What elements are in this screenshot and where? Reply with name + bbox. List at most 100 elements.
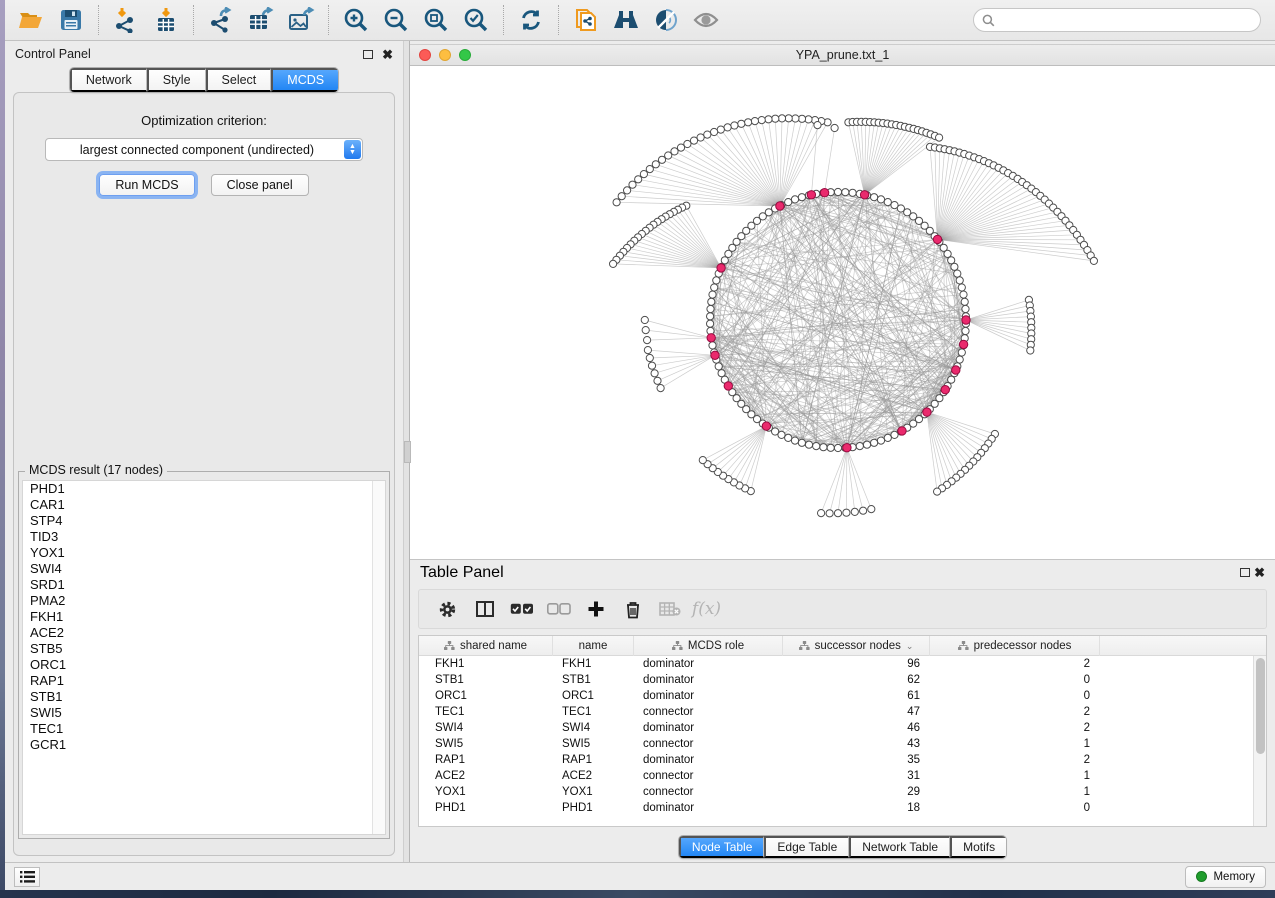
mcds-result-item[interactable]: ACE2 (23, 625, 385, 641)
network-node[interactable] (610, 260, 617, 267)
network-node[interactable] (707, 320, 714, 327)
network-node[interactable] (958, 349, 965, 356)
network-node[interactable] (652, 161, 659, 168)
memory-button[interactable]: Memory (1185, 866, 1266, 888)
network-node[interactable] (941, 386, 949, 394)
network-node[interactable] (707, 305, 714, 312)
column-header-shared-name[interactable]: shared name (419, 636, 553, 656)
network-node[interactable] (713, 277, 720, 284)
network-node[interactable] (711, 284, 718, 291)
network-node[interactable] (709, 291, 716, 298)
network-node[interactable] (785, 199, 792, 206)
network-node[interactable] (923, 408, 931, 416)
network-node[interactable] (731, 122, 738, 129)
network-node[interactable] (690, 137, 697, 144)
network-node[interactable] (952, 366, 960, 374)
network-node[interactable] (871, 439, 878, 446)
mcds-result-item[interactable]: STP4 (23, 513, 385, 529)
column-header-name[interactable]: name (553, 636, 634, 656)
network-node[interactable] (791, 437, 798, 444)
network-node[interactable] (805, 441, 812, 448)
network-node[interactable] (818, 510, 825, 517)
network-node[interactable] (646, 354, 653, 361)
close-table-panel-icon[interactable]: ✖ (1254, 565, 1265, 580)
table-row[interactable]: YOX1YOX1connector291 (419, 784, 1266, 800)
network-node[interactable] (961, 298, 968, 305)
network-node[interactable] (657, 385, 664, 392)
network-node[interactable] (715, 363, 722, 370)
network-node[interactable] (960, 291, 967, 298)
zoom-in-icon[interactable] (336, 3, 376, 37)
network-node[interactable] (868, 506, 875, 513)
close-panel-icon[interactable]: ✖ (382, 48, 393, 61)
export-network-icon[interactable] (201, 3, 241, 37)
network-node[interactable] (776, 202, 784, 210)
criterion-dropdown[interactable]: largest connected component (undirected)… (45, 138, 363, 161)
network-node[interactable] (654, 377, 661, 384)
network-node[interactable] (962, 316, 970, 324)
network-node[interactable] (765, 116, 772, 123)
add-column-icon[interactable] (577, 593, 614, 625)
select-all-rows-icon[interactable] (503, 593, 540, 625)
panel-splitter[interactable] (403, 41, 410, 862)
network-node[interactable] (842, 189, 849, 196)
tab-node-table[interactable]: Node Table (679, 836, 765, 858)
network-node[interactable] (648, 362, 655, 369)
run-mcds-button[interactable]: Run MCDS (99, 174, 194, 196)
network-node[interactable] (624, 187, 631, 194)
network-node[interactable] (709, 342, 716, 349)
network-node[interactable] (704, 131, 711, 138)
refresh-layout-icon[interactable] (511, 3, 551, 37)
network-node[interactable] (707, 334, 715, 342)
table-row[interactable]: SWI4SWI4dominator462 (419, 720, 1266, 736)
export-table-icon[interactable] (241, 3, 281, 37)
mcds-result-list[interactable]: PHD1CAR1STP4TID3YOX1SWI4SRD1PMA2FKH1ACE2… (22, 480, 386, 835)
network-node[interactable] (898, 427, 906, 435)
float-panel-icon[interactable] (363, 50, 373, 59)
network-node[interactable] (646, 166, 653, 173)
network-node[interactable] (798, 439, 805, 446)
network-node[interactable] (651, 370, 658, 377)
network-node[interactable] (951, 263, 958, 270)
mcds-result-item[interactable]: FKH1 (23, 609, 385, 625)
zoom-selected-icon[interactable] (456, 3, 496, 37)
import-network-icon[interactable] (106, 3, 146, 37)
tab-network-table[interactable]: Network Table (849, 836, 950, 858)
delete-column-icon[interactable] (614, 593, 651, 625)
network-node[interactable] (813, 443, 820, 450)
network-node[interactable] (849, 189, 856, 196)
clone-network-icon[interactable] (566, 3, 606, 37)
tab-network[interactable]: Network (70, 68, 147, 92)
network-node[interactable] (826, 510, 833, 517)
eye-show-hide-icon[interactable] (686, 3, 726, 37)
network-node[interactable] (860, 191, 868, 199)
result-list-scrollbar[interactable] (372, 481, 385, 834)
mcds-result-item[interactable]: TID3 (23, 529, 385, 545)
network-node[interactable] (711, 128, 718, 135)
table-row[interactable]: TEC1TEC1connector472 (419, 704, 1266, 720)
network-node[interactable] (820, 444, 827, 451)
mcds-result-item[interactable]: SWI4 (23, 561, 385, 577)
network-node[interactable] (851, 508, 858, 515)
network-node[interactable] (956, 277, 963, 284)
network-node[interactable] (613, 199, 620, 206)
network-node[interactable] (644, 337, 651, 344)
network-node[interactable] (834, 510, 841, 517)
network-node[interactable] (738, 120, 745, 127)
mcds-result-item[interactable]: GCR1 (23, 737, 385, 753)
network-node[interactable] (834, 444, 841, 451)
network-node[interactable] (641, 316, 648, 323)
tab-style[interactable]: Style (147, 68, 206, 92)
network-node[interactable] (798, 194, 805, 201)
network-node[interactable] (717, 264, 725, 272)
network-canvas[interactable] (410, 66, 1275, 560)
network-node[interactable] (658, 156, 665, 163)
network-node[interactable] (644, 347, 651, 354)
network-node[interactable] (785, 434, 792, 441)
network-node[interactable] (843, 444, 851, 452)
network-node[interactable] (871, 194, 878, 201)
network-node[interactable] (629, 181, 636, 188)
network-node[interactable] (711, 351, 719, 359)
network-search-box[interactable] (973, 8, 1261, 32)
network-node[interactable] (778, 115, 785, 122)
